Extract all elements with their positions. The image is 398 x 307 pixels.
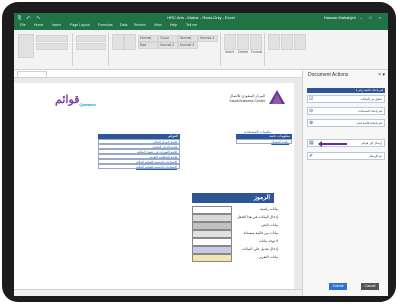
- row-headers: [294, 83, 302, 296]
- name-box[interactable]: [17, 71, 47, 78]
- legend-swatch: [192, 230, 232, 238]
- sheet-tabs-bar[interactable]: [14, 289, 302, 296]
- legend-swatch: [192, 246, 232, 254]
- legend-title: الرموز: [192, 193, 274, 203]
- action-label: قم بإعداد الحسابات: [357, 109, 382, 113]
- sbc-name-en: Saudi Business Center: [229, 99, 265, 103]
- tab-tell-me[interactable]: Tell me: [186, 23, 197, 27]
- legend-label: بيانات التقرير: [258, 255, 278, 259]
- user-name[interactable]: Hassan Mahabjeh: [324, 13, 356, 22]
- pane-title: Document Actions: [308, 72, 349, 78]
- sbc-name: المركز السعودي للأعمال Saudi Business Ce…: [217, 94, 265, 104]
- ribbon-separator: [72, 33, 73, 66]
- ribbon-separator: [108, 33, 109, 66]
- title-bar: ⎘ ↶ ↷ HRC Arts - Mahar - Read-Only - Exc…: [14, 13, 388, 22]
- pane-close-button[interactable]: × ▾: [378, 72, 385, 78]
- style-normal-alt[interactable]: Normal: [178, 35, 198, 42]
- tab-insert[interactable]: Insert: [52, 23, 61, 27]
- ribbon-separator: [220, 33, 221, 66]
- legend-label: بيانات من قائمة منسدلة: [243, 231, 278, 235]
- legend-label: لا توجد بيانات: [258, 239, 278, 243]
- tab-view[interactable]: View: [154, 23, 162, 27]
- insert-cells-button[interactable]: Insert: [224, 34, 236, 54]
- legend-swatch: [192, 214, 232, 222]
- cancel-button[interactable]: Cancel: [361, 283, 379, 290]
- document-icon: ▤: [309, 140, 314, 146]
- plus-icon: ⊕: [309, 120, 314, 126]
- legend-label: إدخال تعديل على البيانات: [241, 247, 278, 251]
- user-guide-link[interactable]: تعليمات المستخدم: [244, 130, 271, 134]
- style-bad[interactable]: Bad: [138, 42, 158, 49]
- action-label: تحقق من البيانات: [360, 97, 382, 101]
- worksheet[interactable]: قوائمQawaem المركز السعودي للأعمال Saudi…: [14, 83, 302, 296]
- indent-buttons[interactable]: [76, 43, 106, 50]
- legend-label: بيانات النص: [261, 223, 278, 227]
- screen: ⎘ ↶ ↷ HRC Arts - Mahar - Read-Only - Exc…: [14, 13, 388, 296]
- tab-home[interactable]: Home: [34, 23, 43, 27]
- style-normal-2[interactable]: Normal 2: [158, 42, 178, 49]
- legend-swatch: [192, 254, 232, 262]
- checklist-icon: ☑: [309, 96, 314, 102]
- action-label: إرسال إلى قوائم: [361, 141, 382, 145]
- pointer-arrow: [321, 143, 347, 145]
- autosum-button[interactable]: [268, 34, 280, 50]
- action-validate[interactable]: ☑ تحقق من البيانات: [307, 95, 385, 103]
- conditional-format-button[interactable]: [112, 34, 124, 50]
- tab-formulas[interactable]: Formulas: [98, 23, 113, 27]
- tab-data[interactable]: Data: [120, 23, 127, 27]
- qawaem-logo: قوائمQawaem: [55, 94, 96, 108]
- style-good[interactable]: Good: [158, 35, 178, 42]
- submit-button[interactable]: Submit: [329, 283, 347, 290]
- action-prepare[interactable]: ⊖ قم بإعداد الحسابات: [307, 107, 385, 115]
- legend-swatch: [192, 238, 232, 246]
- general-info-row[interactable]: بيانات المنشأة: [236, 139, 292, 144]
- tablet-frame: ⎘ ↶ ↷ HRC Arts - Mahar - Read-Only - Exc…: [2, 2, 396, 302]
- window-controls[interactable]: – □ ×: [360, 13, 384, 22]
- font-name-box[interactable]: [36, 35, 68, 42]
- format-table-button[interactable]: [124, 34, 136, 50]
- action-done[interactable]: ✔ تم الإرسال: [307, 152, 385, 160]
- sort-filter-button[interactable]: [281, 34, 293, 50]
- minus-icon: ⊖: [309, 108, 314, 114]
- style-normal-4[interactable]: Normal 4: [198, 35, 218, 42]
- tab-file[interactable]: File: [20, 23, 26, 27]
- sbc-logo-icon: [269, 90, 285, 104]
- legend-label: إدخال البيانات في هذا الحقل: [237, 215, 278, 219]
- style-normal-3[interactable]: Normal 3: [178, 42, 198, 49]
- format-cells-button[interactable]: Format: [250, 34, 262, 54]
- document-actions-pane: Document Actions × ▾ قم بإعداد قائمة رقم…: [302, 70, 388, 296]
- action-label: قم بإنشاء قائمة أصل: [356, 121, 382, 125]
- tab-review[interactable]: Review: [134, 23, 145, 27]
- ribbon-tabs: File Home Insert Page Layout Formulas Da…: [14, 22, 388, 30]
- ribbon: Normal Bad Good Normal 2 Normal Normal 3…: [14, 30, 388, 70]
- alignment-buttons[interactable]: [76, 35, 106, 42]
- tab-page-layout[interactable]: Page Layout: [70, 23, 90, 27]
- tab-help[interactable]: Help: [170, 23, 177, 27]
- action-create[interactable]: ⊕ قم بإنشاء قائمة أصل: [307, 119, 385, 127]
- legend-swatch: [192, 206, 232, 214]
- paste-button[interactable]: [18, 34, 34, 58]
- delete-cells-button[interactable]: Delete: [237, 34, 249, 54]
- ribbon-separator: [264, 33, 265, 66]
- action-label: تم الإرسال: [368, 154, 382, 158]
- statement-link[interactable]: الإيضاحات المتممة للقوائم المالية: [98, 164, 180, 169]
- legend-label: بيانات رقمية: [260, 207, 278, 211]
- check-icon: ✔: [309, 153, 314, 159]
- find-select-button[interactable]: [294, 34, 306, 50]
- legend-swatch: [192, 222, 232, 230]
- font-format-buttons[interactable]: [36, 43, 68, 50]
- style-normal[interactable]: Normal: [138, 35, 158, 42]
- pane-section-bar: قم بإعداد قائمة رقم 1: [307, 88, 385, 93]
